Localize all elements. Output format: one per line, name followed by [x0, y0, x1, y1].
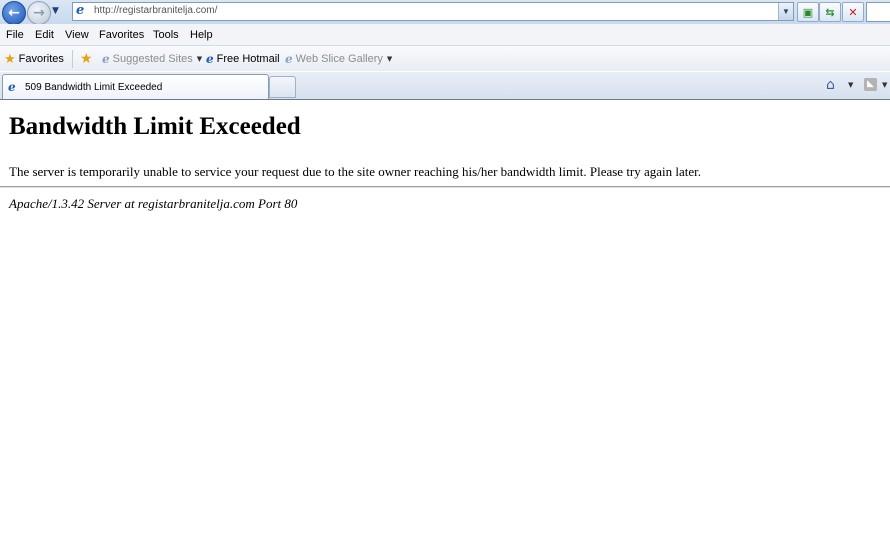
- stop-icon: ✕: [848, 5, 858, 19]
- refresh-button[interactable]: ⇆: [819, 2, 841, 22]
- menu-view[interactable]: View: [65, 29, 89, 41]
- tab-title: 509 Bandwidth Limit Exceeded: [25, 82, 163, 93]
- favorites-separator: [72, 50, 73, 68]
- add-to-favorites-bar-button[interactable]: ★: [80, 51, 93, 67]
- fav-item-label: Free Hotmail: [216, 53, 280, 65]
- fav-item-label: Suggested Sites: [112, 53, 193, 65]
- stop-button[interactable]: ✕: [842, 2, 864, 22]
- favorites-star-icon: ★: [4, 51, 16, 67]
- favorites-bar: ★ Favorites ★ e Suggested Sites ▼ e Free…: [0, 46, 890, 71]
- ie-icon: e: [102, 52, 110, 66]
- address-bar[interactable]: e http://registarbranitelja.com/ ▼: [72, 2, 794, 21]
- address-dropdown-icon[interactable]: ▼: [778, 3, 793, 20]
- refresh-icon: ⇆: [825, 5, 835, 19]
- address-toolbar: ← → ▼ e http://registarbranitelja.com/ ▼…: [0, 0, 890, 25]
- page-heading: Bandwidth Limit Exceeded: [9, 113, 301, 140]
- error-message: The server is temporarily unable to serv…: [9, 164, 702, 179]
- fav-item-suggested-sites[interactable]: e Suggested Sites ▼: [102, 51, 202, 67]
- tab-bar: e 509 Bandwidth Limit Exceeded ⌂ ▼ ◣ ▼: [0, 72, 890, 100]
- server-signature: Apache/1.3.42 Server at registarbranitel…: [9, 196, 298, 211]
- add-favorite-star-icon: ★: [80, 51, 93, 67]
- menu-bar: File Edit View Favorites Tools Help: [0, 24, 890, 46]
- home-icon[interactable]: ⌂: [826, 77, 835, 93]
- ie-page-icon: e: [76, 3, 85, 18]
- fav-item-free-hotmail[interactable]: e Free Hotmail: [206, 51, 280, 67]
- address-url[interactable]: http://registarbranitelja.com/: [94, 5, 217, 16]
- recent-pages-dropdown[interactable]: ▼: [52, 6, 59, 16]
- forward-button[interactable]: →: [27, 1, 51, 25]
- horizontal-rule: [0, 186, 890, 188]
- chevron-down-icon: ▼: [386, 55, 393, 63]
- favorites-label: Favorites: [18, 53, 64, 65]
- ie-icon: e: [206, 52, 214, 66]
- favorites-button[interactable]: ★ Favorites: [4, 51, 64, 67]
- tab-active[interactable]: e 509 Bandwidth Limit Exceeded: [2, 74, 269, 99]
- menu-tools[interactable]: Tools: [153, 29, 179, 41]
- back-arrow-icon: ←: [8, 5, 20, 21]
- page-content: Bandwidth Limit Exceeded The server is t…: [0, 100, 890, 548]
- feeds-icon[interactable]: ◣: [864, 78, 877, 91]
- new-tab-button[interactable]: [269, 76, 296, 98]
- back-button[interactable]: ←: [2, 1, 26, 25]
- chevron-down-icon: ▼: [196, 55, 203, 63]
- fav-item-web-slice-gallery[interactable]: e Web Slice Gallery ▼: [285, 51, 392, 67]
- menu-help[interactable]: Help: [190, 29, 213, 41]
- search-box[interactable]: [866, 2, 890, 22]
- feeds-dropdown-icon[interactable]: ▼: [882, 81, 887, 89]
- forward-arrow-icon: →: [33, 5, 45, 21]
- home-dropdown-icon[interactable]: ▼: [848, 81, 853, 89]
- menu-favorites[interactable]: Favorites: [99, 29, 144, 41]
- menu-edit[interactable]: Edit: [35, 29, 54, 41]
- browser-chrome: ← → ▼ e http://registarbranitelja.com/ ▼…: [0, 0, 890, 100]
- ie-page-icon: e: [8, 80, 16, 94]
- compatibility-view-icon: ▣: [802, 5, 814, 19]
- compatibility-view-button[interactable]: ▣: [797, 2, 819, 22]
- ie-icon: e: [285, 52, 293, 66]
- menu-file[interactable]: File: [6, 29, 24, 41]
- fav-item-label: Web Slice Gallery: [295, 53, 383, 65]
